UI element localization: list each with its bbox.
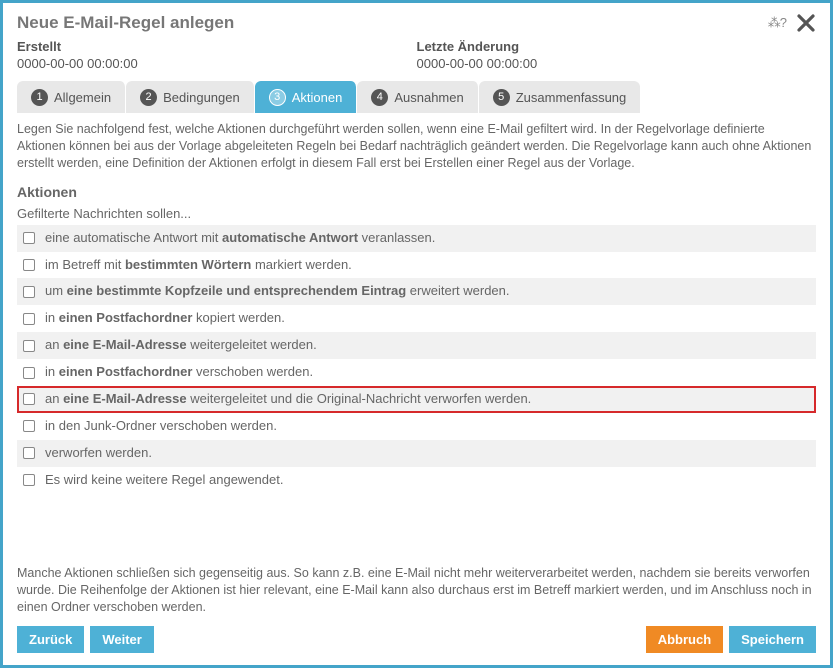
action-text: im Betreff mit bestimmten Wörtern markie…: [45, 257, 810, 274]
action-pre: an: [45, 391, 63, 406]
content-area: Legen Sie nachfolgend fest, welche Aktio…: [3, 113, 830, 525]
action-bold: eine E-Mail-Adresse: [63, 391, 187, 406]
action-pre: in den Junk-Ordner verschoben werden.: [45, 418, 277, 433]
action-bold: automatische Antwort: [222, 230, 358, 245]
action-text: an eine E-Mail-Adresse weitergeleitet un…: [45, 391, 810, 408]
action-checkbox[interactable]: [23, 474, 35, 486]
action-row[interactable]: Es wird keine weitere Regel angewendet.: [17, 467, 816, 494]
created-label: Erstellt: [17, 39, 417, 54]
action-bold: einen Postfachordner: [59, 364, 193, 379]
tab-num: 3: [269, 89, 286, 106]
spacer: [160, 626, 640, 653]
tab-num: 2: [140, 89, 157, 106]
action-pre: an: [45, 337, 63, 352]
action-checkbox[interactable]: [23, 367, 35, 379]
action-row[interactable]: eine automatische Antwort mit automatisc…: [17, 225, 816, 252]
close-icon[interactable]: [796, 13, 816, 33]
tab-label: Allgemein: [54, 90, 111, 105]
tab-num: 5: [493, 89, 510, 106]
tab-allgemein[interactable]: 1 Allgemein: [17, 81, 126, 113]
tab-zusammenfassung[interactable]: 5 Zusammenfassung: [479, 81, 641, 113]
modal-title: Neue E-Mail-Regel anlegen: [17, 13, 768, 33]
action-bold: eine bestimmte Kopfzeile und entsprechen…: [67, 283, 407, 298]
action-row[interactable]: in einen Postfachordner kopiert werden.: [17, 305, 816, 332]
action-text: um eine bestimmte Kopfzeile und entsprec…: [45, 283, 810, 300]
back-button[interactable]: Zurück: [17, 626, 84, 653]
action-row[interactable]: verworfen werden.: [17, 440, 816, 467]
action-text: verworfen werden.: [45, 445, 810, 462]
action-bold: bestimmten Wörtern: [125, 257, 251, 272]
action-bold: einen Postfachordner: [59, 310, 193, 325]
action-checkbox[interactable]: [23, 232, 35, 244]
action-post: verschoben werden.: [192, 364, 313, 379]
action-checkbox[interactable]: [23, 393, 35, 405]
tab-bar: 1 Allgemein 2 Bedingungen 3 Aktionen 4 Ausna…: [3, 81, 830, 113]
action-post: kopiert werden.: [192, 310, 285, 325]
action-pre: eine automatische Antwort mit: [45, 230, 222, 245]
action-pre: um: [45, 283, 67, 298]
header-icons: ⁂?: [768, 13, 816, 33]
action-post: markiert werden.: [251, 257, 351, 272]
tab-label: Bedingungen: [163, 90, 240, 105]
next-button[interactable]: Weiter: [90, 626, 154, 653]
action-text: eine automatische Antwort mit automatisc…: [45, 230, 810, 247]
action-checkbox[interactable]: [23, 286, 35, 298]
action-pre: in: [45, 364, 59, 379]
action-text: in den Junk-Ordner verschoben werden.: [45, 418, 810, 435]
action-checkbox[interactable]: [23, 259, 35, 271]
meta-modified: Letzte Änderung 0000-00-00 00:00:00: [417, 39, 817, 71]
save-button[interactable]: Speichern: [729, 626, 816, 653]
modified-value: 0000-00-00 00:00:00: [417, 56, 817, 71]
tab-num: 4: [371, 89, 388, 106]
action-text: in einen Postfachordner verschoben werde…: [45, 364, 810, 381]
section-title: Aktionen: [17, 184, 816, 200]
action-row[interactable]: in den Junk-Ordner verschoben werden.: [17, 413, 816, 440]
tab-label: Ausnahmen: [394, 90, 463, 105]
action-text: in einen Postfachordner kopiert werden.: [45, 310, 810, 327]
action-post: weitergeleitet werden.: [187, 337, 317, 352]
action-post: erweitert werden.: [406, 283, 509, 298]
created-value: 0000-00-00 00:00:00: [17, 56, 417, 71]
meta-row: Erstellt 0000-00-00 00:00:00 Letzte Ände…: [3, 39, 830, 81]
action-checkbox[interactable]: [23, 313, 35, 325]
tab-ausnahmen[interactable]: 4 Ausnahmen: [357, 81, 478, 113]
footnote-text: Manche Aktionen schließen sich gegenseit…: [3, 565, 830, 616]
action-text: Es wird keine weitere Regel angewendet.: [45, 472, 810, 489]
action-row[interactable]: an eine E-Mail-Adresse weitergeleitet un…: [17, 386, 816, 413]
tab-num: 1: [31, 89, 48, 106]
help-icon[interactable]: ⁂?: [768, 15, 786, 31]
action-pre: verworfen werden.: [45, 445, 152, 460]
action-checkbox[interactable]: [23, 447, 35, 459]
action-row[interactable]: im Betreff mit bestimmten Wörtern markie…: [17, 252, 816, 279]
modified-label: Letzte Änderung: [417, 39, 817, 54]
action-bold: eine E-Mail-Adresse: [63, 337, 187, 352]
action-row[interactable]: in einen Postfachordner verschoben werde…: [17, 359, 816, 386]
action-checkbox[interactable]: [23, 340, 35, 352]
sub-label: Gefilterte Nachrichten sollen...: [17, 206, 816, 221]
action-text: an eine E-Mail-Adresse weitergeleitet we…: [45, 337, 810, 354]
modal-dialog: Neue E-Mail-Regel anlegen ⁂? Erstellt 00…: [0, 0, 833, 668]
modal-header: Neue E-Mail-Regel anlegen ⁂?: [3, 3, 830, 39]
action-list: eine automatische Antwort mit automatisc…: [17, 225, 816, 494]
action-post: weitergeleitet und die Original-Nachrich…: [187, 391, 532, 406]
tab-aktionen[interactable]: 3 Aktionen: [255, 81, 358, 113]
footer-bar: Zurück Weiter Abbruch Speichern: [3, 616, 830, 665]
tab-label: Zusammenfassung: [516, 90, 627, 105]
action-row[interactable]: an eine E-Mail-Adresse weitergeleitet we…: [17, 332, 816, 359]
tab-label: Aktionen: [292, 90, 343, 105]
action-pre: im Betreff mit: [45, 257, 125, 272]
tab-bedingungen[interactable]: 2 Bedingungen: [126, 81, 255, 113]
description-text: Legen Sie nachfolgend fest, welche Aktio…: [17, 121, 816, 172]
action-row[interactable]: um eine bestimmte Kopfzeile und entsprec…: [17, 278, 816, 305]
action-checkbox[interactable]: [23, 420, 35, 432]
cancel-button[interactable]: Abbruch: [646, 626, 723, 653]
action-pre: in: [45, 310, 59, 325]
action-post: veranlassen.: [358, 230, 435, 245]
meta-created: Erstellt 0000-00-00 00:00:00: [17, 39, 417, 71]
action-pre: Es wird keine weitere Regel angewendet.: [45, 472, 283, 487]
